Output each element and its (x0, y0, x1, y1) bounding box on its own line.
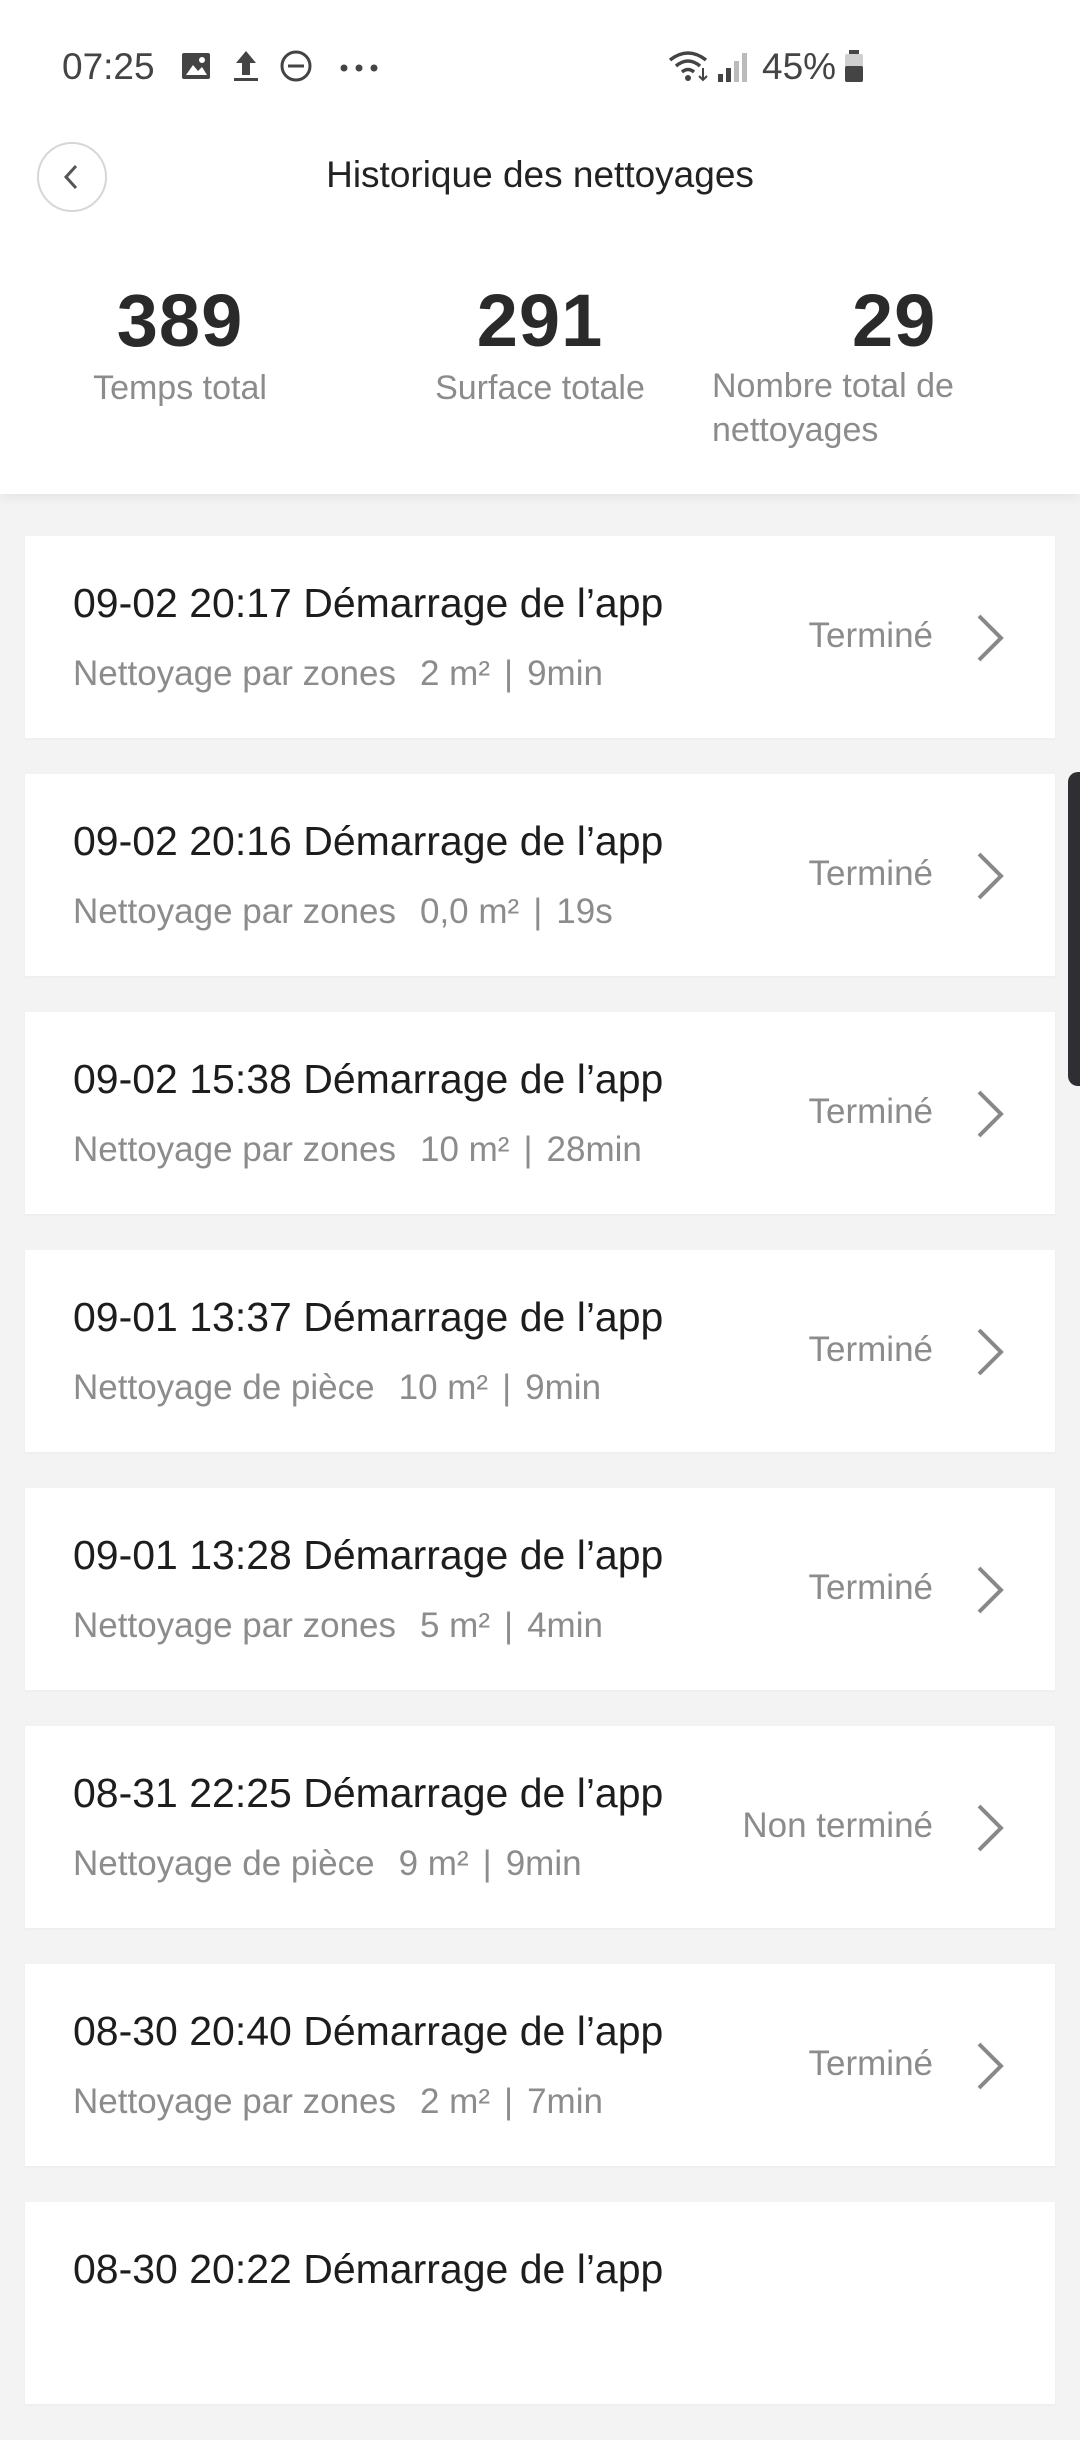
chevron-right-icon (977, 1090, 1004, 1138)
record-title: 08-30 20:40 Démarrage de l’app (73, 2008, 664, 2054)
stat-total-area-value: 291 (476, 279, 604, 362)
record-area: 10 m² (398, 1368, 489, 1407)
history-record-card[interactable]: 09-02 20:16 Démarrage de l’app Nettoyage… (25, 774, 1055, 976)
stat-total-time-value: 389 (116, 279, 244, 362)
battery-percentage: 45% (762, 46, 837, 87)
record-separator: | (503, 2082, 514, 2121)
record-details (73, 2320, 125, 2360)
history-record-card[interactable]: 09-02 15:38 Démarrage de l’app Nettoyage… (25, 1012, 1055, 1214)
upload-icon (234, 51, 258, 81)
record-details: Nettoyage par zones 5 m² | 4min (73, 1606, 603, 1646)
record-area: 0,0 m² (419, 892, 520, 931)
record-title: 08-31 22:25 Démarrage de l’app (73, 1770, 664, 1816)
status-bar: 07:25 45% (0, 0, 1080, 136)
history-record-card[interactable]: 08-31 22:25 Démarrage de l’app Nettoyage… (25, 1726, 1055, 1928)
chevron-right-icon (977, 1328, 1004, 1376)
scrollbar-handle[interactable] (1068, 772, 1080, 1086)
record-title: 09-01 13:37 Démarrage de l’app (73, 1294, 664, 1340)
record-area: 9 m² (398, 1844, 469, 1883)
record-status: Terminé (808, 1330, 933, 1369)
record-mode: Nettoyage de pièce (73, 1368, 375, 1407)
record-details: Nettoyage de pièce 10 m² | 9min (73, 1368, 601, 1408)
chevron-right-icon (977, 2042, 1004, 2090)
record-status: Terminé (808, 1092, 933, 1131)
record-title: 09-02 15:38 Démarrage de l’app (73, 1056, 664, 1102)
wifi-icon (668, 51, 708, 82)
record-area: 2 m² (419, 2082, 490, 2121)
record-details: Nettoyage par zones 2 m² | 7min (73, 2082, 603, 2122)
chevron-right-icon (977, 1566, 1004, 1614)
chevron-right-icon (977, 852, 1004, 900)
record-separator: | (503, 1606, 514, 1645)
history-record-card[interactable]: 08-30 20:22 Démarrage de l’app (25, 2202, 1055, 2404)
stat-total-area: 291 Surface totale (400, 276, 680, 410)
record-status: Terminé (808, 616, 933, 655)
chevron-right-icon (977, 614, 1004, 662)
record-title: 08-30 20:22 Démarrage de l’app (73, 2246, 664, 2292)
record-separator: | (482, 1844, 492, 1883)
record-duration: 28min (546, 1130, 642, 1169)
record-details: Nettoyage par zones 2 m² | 9min (73, 654, 603, 694)
history-record-card[interactable]: 09-02 20:17 Démarrage de l’app Nettoyage… (25, 536, 1055, 738)
record-separator: | (523, 1130, 533, 1169)
record-details: Nettoyage de pièce 9 m² | 9min (73, 1844, 582, 1884)
gallery-icon (182, 53, 210, 79)
record-mode: Nettoyage par zones (73, 892, 396, 931)
record-separator: | (502, 1368, 512, 1407)
battery-icon (845, 50, 863, 82)
record-area: 10 m² (419, 1130, 510, 1169)
record-separator: | (503, 654, 514, 693)
record-duration: 19s (556, 892, 613, 931)
status-time: 07:25 (62, 46, 155, 87)
record-status: Non terminé (742, 1806, 933, 1845)
record-duration: 9min (527, 654, 603, 693)
history-record-card[interactable]: 09-01 13:37 Démarrage de l’app Nettoyage… (25, 1250, 1055, 1452)
record-area: 2 m² (419, 654, 490, 693)
record-details: Nettoyage par zones 0,0 m² | 19s (73, 892, 613, 932)
stat-total-cleanings-value: 29 (852, 279, 937, 362)
record-mode: Nettoyage par zones (73, 1130, 396, 1169)
record-title: 09-02 20:17 Démarrage de l’app (73, 580, 664, 626)
history-list: 09-02 20:17 Démarrage de l’app Nettoyage… (25, 536, 1055, 2440)
record-details: Nettoyage par zones 10 m² | 28min (73, 1130, 642, 1170)
stat-total-time: 389 Temps total (40, 276, 320, 410)
more-dots-icon (340, 64, 378, 72)
history-record-card[interactable]: 08-30 20:40 Démarrage de l’app Nettoyage… (25, 1964, 1055, 2166)
history-record-card[interactable]: 09-01 13:28 Démarrage de l’app Nettoyage… (25, 1488, 1055, 1690)
record-duration: 9min (525, 1368, 602, 1407)
record-title: 09-01 13:28 Démarrage de l’app (73, 1532, 664, 1578)
stat-total-cleanings: 29 Nombre total de nettoyages (712, 276, 1012, 452)
record-mode: Nettoyage par zones (73, 1606, 396, 1645)
record-mode: Nettoyage par zones (73, 654, 396, 693)
record-mode: Nettoyage de pièce (73, 1844, 375, 1883)
record-duration: 4min (527, 1606, 603, 1645)
chevron-right-icon (977, 1804, 1004, 1852)
record-duration: 9min (505, 1844, 582, 1883)
record-mode: Nettoyage par zones (73, 2082, 396, 2121)
record-status: Terminé (808, 2044, 933, 2083)
stat-total-cleanings-label: Nombre total de nettoyages (712, 367, 954, 449)
record-area: 5 m² (419, 1606, 490, 1645)
record-duration: 7min (527, 2082, 603, 2121)
record-separator: | (533, 892, 543, 931)
page-title: Historique des nettoyages (326, 154, 754, 195)
stat-total-area-label: Surface totale (435, 369, 645, 407)
record-status: Terminé (808, 854, 933, 893)
stat-total-time-label: Temps total (93, 369, 267, 407)
do-not-disturb-icon (280, 50, 312, 82)
record-title: 09-02 20:16 Démarrage de l’app (73, 818, 664, 864)
record-status: Terminé (808, 1568, 933, 1607)
signal-icon (718, 53, 747, 82)
